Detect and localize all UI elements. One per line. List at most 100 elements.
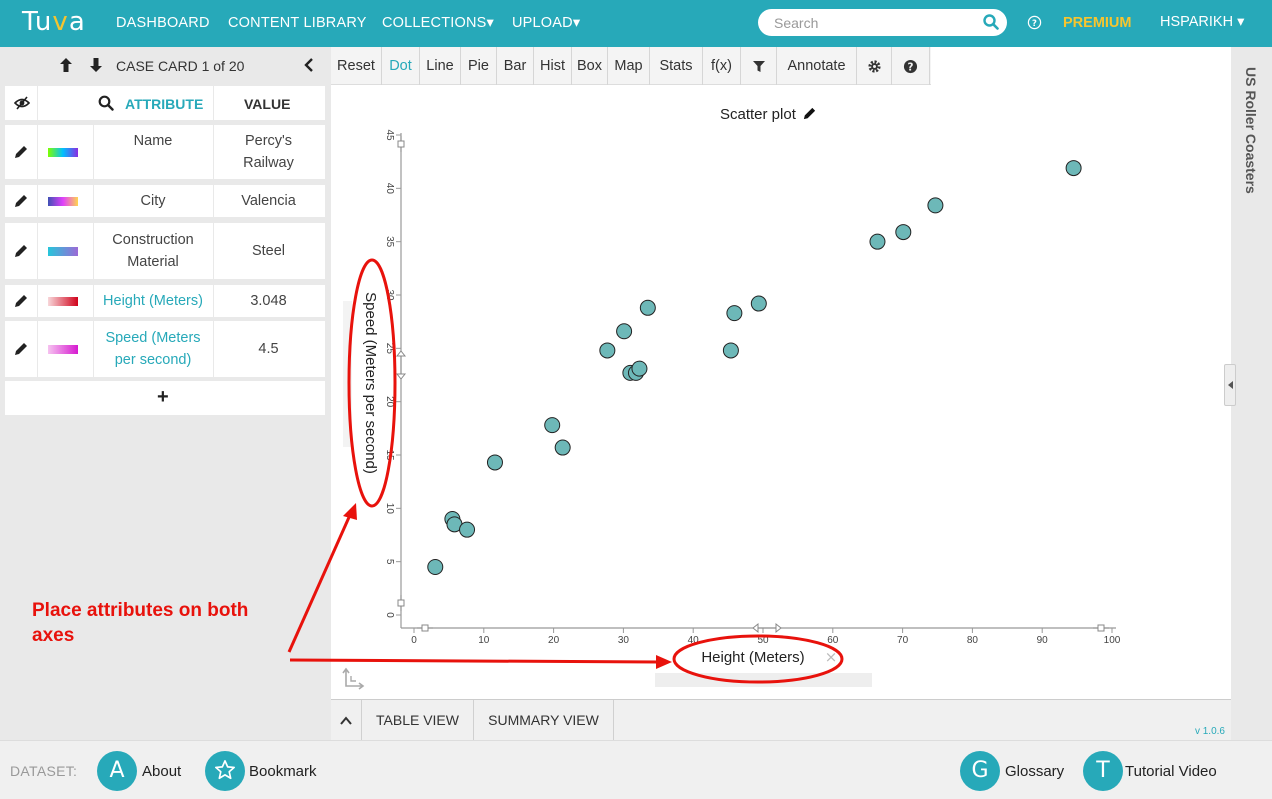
remove-x-attribute-icon[interactable]: × — [825, 648, 838, 666]
annotate-button[interactable]: Annotate — [777, 47, 857, 85]
pencil-icon[interactable] — [13, 193, 29, 209]
search-input[interactable] — [774, 13, 974, 32]
pencil-icon[interactable] — [13, 243, 29, 259]
reset-button[interactable]: Reset — [331, 47, 382, 85]
y-axis-label[interactable]: Speed (Meters per second) — [362, 292, 379, 474]
attribute-value[interactable]: Percy's Railway — [221, 130, 316, 174]
x-axis-min-handle[interactable] — [417, 624, 433, 632]
about-link[interactable]: About — [142, 763, 181, 780]
data-point[interactable] — [616, 323, 633, 340]
attribute-value[interactable]: 4.5 — [221, 338, 316, 360]
plus-icon: + — [157, 386, 169, 408]
attribute-column-header: ATTRIBUTE — [125, 96, 204, 112]
chevron-left-icon[interactable] — [302, 57, 316, 73]
attribute-row[interactable]: Construction Material Steel — [5, 223, 325, 279]
attribute-row[interactable]: Name Percy's Railway — [5, 125, 325, 179]
y-axis-drag-handle[interactable] — [395, 350, 407, 380]
x-axis-drop-zone[interactable] — [655, 673, 872, 687]
y-tick-label: 25 — [384, 343, 395, 355]
data-point[interactable] — [599, 342, 616, 359]
data-point[interactable] — [544, 417, 561, 434]
data-point[interactable] — [554, 439, 571, 456]
attribute-name[interactable]: Height (Meters) — [97, 290, 209, 312]
help-button[interactable]: ? — [892, 47, 930, 85]
bookmark-icon[interactable] — [205, 751, 245, 791]
x-axis-label[interactable]: Height (Meters) — [701, 649, 804, 666]
gear-icon — [867, 60, 881, 73]
attribute-row[interactable]: City Valencia — [5, 185, 325, 217]
data-point[interactable] — [750, 295, 767, 312]
attribute-value[interactable]: Steel — [221, 240, 316, 262]
about-icon[interactable]: A — [97, 751, 137, 791]
color-swatch[interactable] — [48, 148, 78, 157]
attribute-row[interactable]: Speed (Meters per second) 4.5 — [5, 321, 325, 377]
y-axis-min-handle[interactable] — [397, 595, 405, 611]
pencil-icon[interactable] — [13, 341, 29, 357]
attribute-name[interactable]: Speed (Meters per second) — [97, 327, 209, 371]
dot-button[interactable]: Dot — [382, 47, 420, 85]
swap-axes-icon[interactable] — [342, 667, 365, 690]
data-point[interactable] — [726, 305, 743, 322]
premium-link[interactable]: PREMIUM — [1063, 15, 1131, 31]
glossary-link[interactable]: Glossary — [1005, 763, 1064, 780]
collapse-panel-tab[interactable] — [1224, 364, 1236, 406]
x-axis-max-handle[interactable] — [1093, 624, 1109, 632]
pencil-icon[interactable] — [13, 144, 29, 160]
hist-button[interactable]: Hist — [534, 47, 572, 85]
filter-button[interactable] — [741, 47, 777, 85]
add-attribute-button[interactable]: + — [5, 381, 325, 415]
attribute-value[interactable]: 3.048 — [221, 290, 316, 312]
scatter-plot[interactable]: 0 10 20 30 40 50 60 70 80 90 100 0 5 10 15 20 25 30 35 40 45… — [331, 85, 1231, 698]
settings-button[interactable] — [857, 47, 892, 85]
box-button[interactable]: Box — [572, 47, 608, 85]
expand-toggle[interactable] — [331, 700, 362, 741]
arrow-down-icon[interactable] — [89, 57, 103, 73]
data-point[interactable] — [869, 233, 886, 250]
arrow-up-icon[interactable] — [59, 57, 73, 73]
tab-table-view[interactable]: TABLE VIEW — [362, 700, 474, 741]
dataset-name[interactable]: US Roller Coasters — [1243, 67, 1259, 194]
x-axis-drag-handle[interactable] — [752, 622, 782, 634]
user-menu[interactable]: HSPARIKH ▾ — [1160, 14, 1244, 30]
color-swatch[interactable] — [48, 297, 78, 306]
attribute-value[interactable]: Valencia — [221, 190, 316, 212]
bookmark-link[interactable]: Bookmark — [249, 763, 317, 780]
y-tick-label: 30 — [384, 289, 395, 301]
help-circle-icon[interactable]: ? — [1027, 15, 1042, 30]
search-icon[interactable] — [983, 14, 999, 30]
data-point[interactable] — [927, 197, 944, 214]
data-point[interactable] — [1065, 160, 1082, 177]
data-point[interactable] — [631, 360, 648, 377]
data-point[interactable] — [722, 342, 739, 359]
tutorial-icon[interactable]: T — [1083, 751, 1123, 791]
nav-dashboard[interactable]: DASHBOARD — [116, 15, 210, 31]
eye-slash-icon[interactable] — [14, 95, 30, 111]
bar-button[interactable]: Bar — [497, 47, 534, 85]
tab-summary-view[interactable]: SUMMARY VIEW — [474, 700, 614, 741]
nav-upload[interactable]: UPLOAD▾ — [512, 15, 580, 31]
tuva-logo[interactable]: Tuva — [22, 7, 86, 37]
data-point[interactable] — [895, 224, 912, 241]
pie-button[interactable]: Pie — [461, 47, 497, 85]
nav-collections[interactable]: COLLECTIONS▾ — [382, 15, 494, 31]
top-navbar: Tuva DASHBOARD CONTENT LIBRARY COLLECTIO… — [0, 0, 1272, 47]
color-swatch[interactable] — [48, 345, 78, 354]
attribute-row[interactable]: Height (Meters) 3.048 — [5, 285, 325, 317]
line-button[interactable]: Line — [420, 47, 461, 85]
data-point[interactable] — [486, 454, 503, 471]
y-axis-drop-zone[interactable] — [343, 301, 352, 447]
tutorial-video-link[interactable]: Tutorial Video — [1125, 763, 1217, 780]
stats-button[interactable]: Stats — [650, 47, 703, 85]
data-point[interactable] — [459, 521, 476, 538]
data-point[interactable] — [427, 559, 444, 575]
nav-content-library[interactable]: CONTENT LIBRARY — [228, 15, 367, 31]
color-swatch[interactable] — [48, 197, 78, 206]
color-swatch[interactable] — [48, 247, 78, 256]
glossary-icon[interactable]: G — [960, 751, 1000, 791]
map-button[interactable]: Map — [608, 47, 650, 85]
data-point[interactable] — [639, 299, 656, 316]
y-axis-max-handle[interactable] — [397, 136, 405, 152]
search-attribute-icon[interactable] — [98, 95, 114, 111]
pencil-icon[interactable] — [13, 293, 29, 309]
fx-button[interactable]: f(x) — [703, 47, 741, 85]
